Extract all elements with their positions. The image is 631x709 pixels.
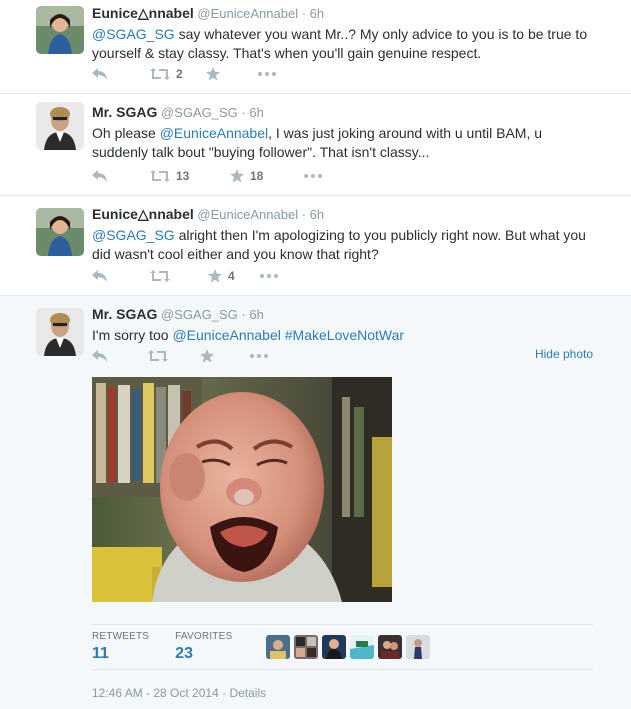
more-icon xyxy=(258,72,276,76)
retweet-icon xyxy=(150,170,170,182)
favorite-count: 4 xyxy=(228,269,235,283)
retweet-icon xyxy=(150,68,170,80)
tweet-3[interactable]: Eunice△nnabel @EuniceAnnabel · 6h @SGAG_… xyxy=(0,196,631,296)
tweet-time[interactable]: 6h xyxy=(310,6,324,21)
more-icon xyxy=(260,274,278,278)
more-button[interactable] xyxy=(260,274,278,278)
retweet-icon xyxy=(148,350,168,362)
separator-dot: · xyxy=(241,105,246,120)
reply-icon xyxy=(92,68,108,80)
favorites-value: 23 xyxy=(175,645,193,662)
separator-dot: · xyxy=(301,207,307,222)
favoriter-avatar[interactable] xyxy=(350,635,375,659)
tweet-text: @SGAG_SG alright then I'm apologizing to… xyxy=(92,226,601,264)
retweet-icon xyxy=(150,270,170,282)
retweets-value: 11 xyxy=(92,645,109,662)
tweet-actions xyxy=(92,346,268,366)
mention-link[interactable]: @EuniceAnnabel xyxy=(160,125,268,141)
tweet-header: Mr. SGAG @SGAG_SG · 6h xyxy=(92,104,601,121)
favorite-icon xyxy=(206,67,220,81)
separator-dot: · xyxy=(222,686,227,700)
favorite-button[interactable]: 4 xyxy=(208,269,260,283)
mention-link[interactable]: @SGAG_SG xyxy=(92,227,175,243)
tweet-text-segment: Oh please xyxy=(92,125,160,141)
tweet-2[interactable]: Mr. SGAG @SGAG_SG · 6h Oh please @Eunice… xyxy=(0,94,631,196)
reply-button[interactable] xyxy=(92,270,150,282)
retweets-label: RETWEETS xyxy=(92,631,150,642)
avatar-sgag[interactable] xyxy=(36,308,84,356)
tweet-actions: 4 xyxy=(92,266,278,286)
tweet-stats: RETWEETS 11 FAVORITES 23 xyxy=(92,624,593,670)
favorites-label: FAVORITES xyxy=(175,631,233,642)
tweet-actions: 13 18 xyxy=(92,166,322,186)
tweet-header: Eunice△nnabel @EuniceAnnabel · 6h xyxy=(92,5,601,22)
favoriter-avatar[interactable] xyxy=(406,635,431,659)
separator-dot: · xyxy=(301,6,307,21)
favoriter-avatar[interactable] xyxy=(266,635,291,659)
retweet-button[interactable] xyxy=(150,270,208,282)
reply-icon xyxy=(92,270,108,282)
tweet-header: Mr. SGAG @SGAG_SG · 6h xyxy=(92,306,601,323)
favorite-button[interactable]: 18 xyxy=(230,169,304,183)
mention-link[interactable]: @EuniceAnnabel xyxy=(172,327,280,343)
screenname[interactable]: @EuniceAnnabel xyxy=(197,6,298,21)
hide-photo-link[interactable]: Hide photo xyxy=(535,347,593,361)
retweet-count: 13 xyxy=(176,169,190,183)
fullname[interactable]: Eunice△nnabel xyxy=(92,206,194,222)
favoriter-avatar[interactable] xyxy=(378,635,403,659)
tweet-1[interactable]: Eunice△nnabel @EuniceAnnabel · 6h @SGAG_… xyxy=(0,0,631,94)
favorite-button[interactable] xyxy=(200,349,250,363)
tweet-time[interactable]: 6h xyxy=(249,105,263,120)
favoriters-avatars xyxy=(266,635,431,659)
tweet-time[interactable]: 6h xyxy=(310,207,324,222)
screenname[interactable]: @SGAG_SG xyxy=(161,105,238,120)
tweet-actions: 2 xyxy=(92,64,276,84)
more-button[interactable] xyxy=(258,72,276,76)
favorite-icon xyxy=(208,269,222,283)
favorite-count: 18 xyxy=(250,169,264,183)
favorite-button[interactable] xyxy=(206,67,258,81)
tweet-text: Oh please @EuniceAnnabel, I was just jok… xyxy=(92,124,601,162)
screenname[interactable]: @EuniceAnnabel xyxy=(197,207,298,222)
reply-button[interactable] xyxy=(92,350,148,362)
favoriter-avatar[interactable] xyxy=(294,635,319,659)
more-button[interactable] xyxy=(250,354,268,358)
avatar-eunice[interactable] xyxy=(36,208,84,256)
retweet-count: 2 xyxy=(176,67,183,81)
favorites-stat[interactable]: FAVORITES 23 xyxy=(175,631,232,663)
reply-button[interactable] xyxy=(92,170,150,182)
tweet-timestamp: 12:46 AM - 28 Oct 2014 · Details xyxy=(92,686,266,700)
tweet-text: I'm sorry too @EuniceAnnabel #MakeLoveNo… xyxy=(92,326,601,345)
retweets-stat[interactable]: RETWEETS 11 xyxy=(92,631,149,663)
retweet-button[interactable]: 2 xyxy=(150,67,206,81)
avatar-eunice[interactable] xyxy=(36,6,84,54)
retweet-button[interactable]: 13 xyxy=(150,169,230,183)
fullname[interactable]: Eunice△nnabel xyxy=(92,5,194,21)
tweet-header: Eunice△nnabel @EuniceAnnabel · 6h xyxy=(92,206,601,223)
timestamp-text[interactable]: 12:46 AM - 28 Oct 2014 xyxy=(92,686,219,700)
retweet-button[interactable] xyxy=(148,350,200,362)
favoriter-avatar[interactable] xyxy=(322,635,347,659)
hashtag-link[interactable]: #MakeLoveNotWar xyxy=(285,327,404,343)
reply-button[interactable] xyxy=(92,68,150,80)
screenname[interactable]: @SGAG_SG xyxy=(161,307,238,322)
reply-icon xyxy=(92,350,108,362)
separator-dot: · xyxy=(241,307,246,322)
attached-photo[interactable] xyxy=(92,377,392,602)
more-button[interactable] xyxy=(304,174,322,178)
fullname[interactable]: Mr. SGAG xyxy=(92,104,157,120)
avatar-sgag[interactable] xyxy=(36,102,84,150)
more-icon xyxy=(304,174,322,178)
reply-icon xyxy=(92,170,108,182)
mention-link[interactable]: @SGAG_SG xyxy=(92,26,175,42)
tweet-time[interactable]: 6h xyxy=(249,307,263,322)
favorite-icon xyxy=(230,169,244,183)
fullname[interactable]: Mr. SGAG xyxy=(92,306,157,322)
details-link[interactable]: Details xyxy=(229,686,266,700)
tweet-text-segment: I'm sorry too xyxy=(92,327,173,343)
tweet-text: @SGAG_SG say whatever you want Mr..? My … xyxy=(92,25,601,63)
more-icon xyxy=(250,354,268,358)
favorite-icon xyxy=(200,349,214,363)
